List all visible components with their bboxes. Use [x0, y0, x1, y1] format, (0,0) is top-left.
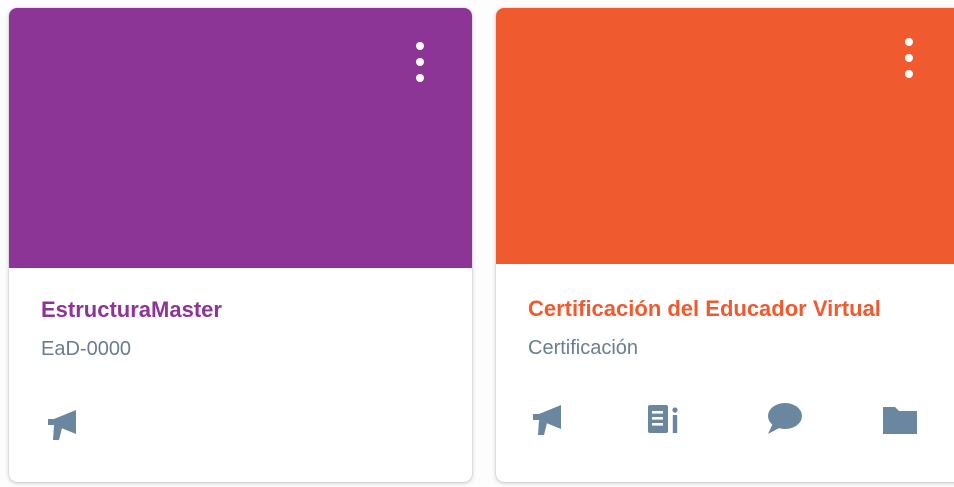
files-icon[interactable]: [880, 399, 920, 439]
course-code: Certificación: [528, 337, 639, 359]
course-card[interactable]: EstructuraMaster EaD-0000: [9, 8, 472, 482]
announcements-icon[interactable]: [45, 404, 85, 444]
dashboard-card-grid: EstructuraMaster EaD-0000 Certificación …: [0, 0, 954, 487]
course-title[interactable]: EstructuraMaster: [41, 297, 472, 323]
assignments-icon[interactable]: [644, 399, 684, 439]
course-card[interactable]: Certificación del Educador Virtual Certi…: [496, 8, 954, 482]
course-title[interactable]: Certificación del Educador Virtual: [528, 296, 954, 322]
more-options-icon[interactable]: [409, 42, 431, 82]
course-code: EaD-0000: [41, 338, 132, 360]
announcements-icon[interactable]: [530, 399, 570, 439]
course-card-header[interactable]: [9, 8, 472, 268]
course-info: Certificación del Educador Virtual Certi…: [528, 296, 954, 360]
course-info: EstructuraMaster EaD-0000: [41, 297, 472, 361]
discussions-icon[interactable]: [764, 399, 804, 439]
more-options-icon[interactable]: [898, 38, 920, 78]
course-card-header[interactable]: [496, 8, 954, 264]
